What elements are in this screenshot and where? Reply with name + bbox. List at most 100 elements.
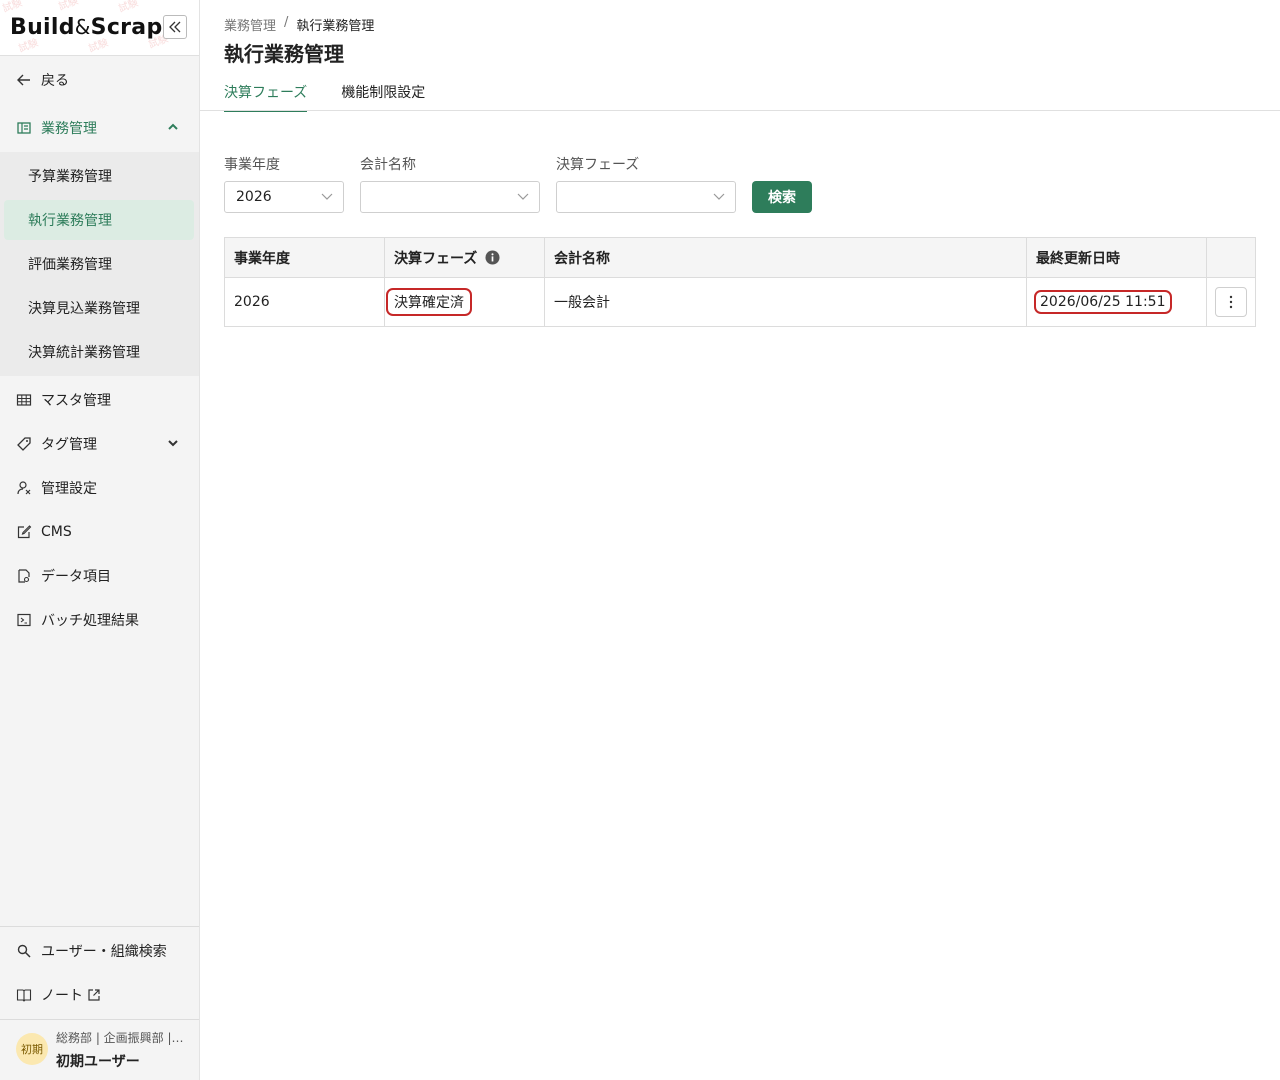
sidebar-subitem-budget[interactable]: 予算業務管理 <box>4 156 194 196</box>
table-header: 事業年度 決算フェーズ 会計名称 最終更新日時 <box>225 238 1255 278</box>
chevron-up-icon <box>168 123 178 130</box>
subitem-label: 執行業務管理 <box>28 213 112 229</box>
sidebar-item-label: 業務管理 <box>41 121 97 137</box>
sidebar-item-label: ユーザー・組織検索 <box>41 944 167 960</box>
page-title: 執行業務管理 <box>224 42 344 66</box>
cell-phase: 決算確定済 <box>385 278 545 326</box>
sidebar: 試験 試験 試験 試験 試験 試験 Build&Scrap 戻る 業務管理 予算… <box>0 0 200 1080</box>
svg-text:試験: 試験 <box>117 0 140 15</box>
phase-filter-label: 決算フェーズ <box>556 157 640 173</box>
subitem-label: 決算統計業務管理 <box>28 345 140 361</box>
tabs-divider <box>200 110 1280 111</box>
subitem-label: 決算見込業務管理 <box>28 301 140 317</box>
divider <box>0 926 199 927</box>
results-table: 事業年度 決算フェーズ 会計名称 最終更新日時 2026 決算確定済 一般会計 … <box>224 237 1256 327</box>
sidebar-item-data-fields[interactable]: データ項目 <box>0 556 199 596</box>
app-logo[interactable]: Build&Scrap <box>10 15 163 40</box>
subitem-label: 評価業務管理 <box>28 257 112 273</box>
svg-text:試験: 試験 <box>1 0 24 15</box>
search-icon <box>16 943 32 959</box>
tab-settlement-phase[interactable]: 決算フェーズ <box>224 82 308 112</box>
terminal-icon <box>16 612 32 628</box>
sidebar-subitem-evaluation[interactable]: 評価業務管理 <box>4 244 194 284</box>
cell-actions <box>1207 278 1255 326</box>
kebab-menu-icon <box>1229 295 1233 309</box>
account-filter-label: 会計名称 <box>360 157 416 173</box>
breadcrumb-separator: / <box>284 15 289 30</box>
year-filter-label: 事業年度 <box>224 157 280 173</box>
sidebar-item-label: データ項目 <box>41 569 111 585</box>
external-link-icon <box>88 989 100 1001</box>
sidebar-item-cms[interactable]: CMS <box>0 512 199 552</box>
tab-function-restriction[interactable]: 機能制限設定 <box>341 82 425 112</box>
table-grid-icon <box>16 392 32 408</box>
book-icon <box>16 987 32 1003</box>
svg-text:試験: 試験 <box>57 0 80 13</box>
header-actions <box>1207 238 1255 277</box>
updated-value: 2026/06/25 11:51 <box>1034 290 1172 314</box>
back-label: 戻る <box>41 73 69 89</box>
header-year[interactable]: 事業年度 <box>225 238 385 277</box>
breadcrumb-current: 執行業務管理 <box>296 19 375 34</box>
header-label: 最終更新日時 <box>1036 250 1120 267</box>
sidebar-item-label: バッチ処理結果 <box>41 613 139 629</box>
chevron-down-icon <box>321 193 333 200</box>
sidebar-item-business[interactable]: 業務管理 <box>0 108 199 148</box>
chevron-down-icon <box>517 193 529 200</box>
table-row[interactable]: 2026 決算確定済 一般会計 2026/06/25 11:51 <box>225 278 1255 326</box>
avatar-text: 初期 <box>21 1043 43 1056</box>
collapse-sidebar-button[interactable] <box>163 15 187 39</box>
sidebar-item-label: CMS <box>41 524 72 540</box>
arrow-left-icon <box>16 72 32 88</box>
cell-text: 一般会計 <box>554 295 610 311</box>
sidebar-item-label: 管理設定 <box>41 481 97 497</box>
user-department: 総務部 | 企画振興部 | … <box>56 1031 186 1045</box>
sidebar-item-label: タグ管理 <box>41 437 97 453</box>
user-settings-icon <box>16 480 32 496</box>
cell-text: 2026 <box>234 294 270 310</box>
sidebar-item-tags[interactable]: タグ管理 <box>0 424 199 464</box>
cell-account: 一般会計 <box>545 278 1027 326</box>
cell-updated: 2026/06/25 11:51 <box>1027 278 1207 326</box>
edit-icon <box>16 524 32 540</box>
row-menu-button[interactable] <box>1215 287 1247 317</box>
avatar[interactable]: 初期 <box>16 1033 48 1065</box>
search-button[interactable]: 検索 <box>752 181 812 213</box>
sidebar-item-label: マスタ管理 <box>41 393 111 409</box>
sidebar-item-master[interactable]: マスタ管理 <box>0 380 199 420</box>
cell-year: 2026 <box>225 278 385 326</box>
sidebar-item-user-org-search[interactable]: ユーザー・組織検索 <box>0 931 199 971</box>
header-updated[interactable]: 最終更新日時 <box>1027 238 1207 277</box>
chevron-down-icon <box>713 193 725 200</box>
breadcrumb: 業務管理 / 執行業務管理 <box>224 15 374 34</box>
phase-select[interactable] <box>556 181 736 213</box>
back-link[interactable]: 戻る <box>0 60 199 100</box>
phase-value: 決算確定済 <box>386 288 472 316</box>
document-icon <box>16 120 32 136</box>
tab-bar: 決算フェーズ 機能制限設定 <box>224 82 425 112</box>
sidebar-subitem-settlement-statistics[interactable]: 決算統計業務管理 <box>4 332 194 372</box>
sidebar-item-batch-results[interactable]: バッチ処理結果 <box>0 600 199 640</box>
sidebar-item-admin-settings[interactable]: 管理設定 <box>0 468 199 508</box>
sidebar-subitem-execution[interactable]: 執行業務管理 <box>4 200 194 240</box>
chevron-down-icon <box>168 440 178 447</box>
header-account[interactable]: 会計名称 <box>545 238 1027 277</box>
divider <box>0 1019 199 1020</box>
header-label: 事業年度 <box>234 250 290 267</box>
tag-icon <box>16 436 32 452</box>
logo-area: 試験 試験 試験 試験 試験 試験 Build&Scrap <box>0 0 199 56</box>
file-search-icon <box>16 568 32 584</box>
header-phase[interactable]: 決算フェーズ <box>385 238 545 277</box>
user-name: 初期ユーザー <box>56 1054 140 1070</box>
header-label: 決算フェーズ <box>394 250 478 267</box>
main-content: 業務管理 / 執行業務管理 執行業務管理 決算フェーズ 機能制限設定 事業年度 … <box>200 0 1280 1080</box>
account-select[interactable] <box>360 181 540 213</box>
double-chevron-left-icon <box>169 21 181 33</box>
sidebar-subitem-settlement-forecast[interactable]: 決算見込業務管理 <box>4 288 194 328</box>
year-select[interactable]: 2026 <box>224 181 344 213</box>
sidebar-item-notes[interactable]: ノート <box>0 975 199 1015</box>
header-label: 会計名称 <box>554 250 610 267</box>
breadcrumb-parent[interactable]: 業務管理 <box>224 15 276 34</box>
sidebar-item-label: ノート <box>41 988 83 1004</box>
info-icon[interactable] <box>485 250 500 265</box>
